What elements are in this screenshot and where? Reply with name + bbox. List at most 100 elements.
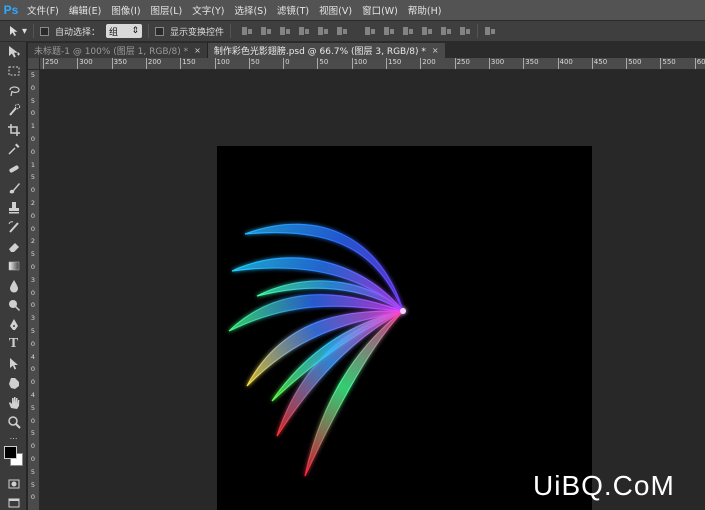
more-tools-icon[interactable]: ⋯ <box>0 432 27 444</box>
history-brush-tool-icon[interactable] <box>0 218 27 238</box>
align-vcenter-icon[interactable] <box>260 25 272 37</box>
menu-type[interactable]: 文字(Y) <box>187 3 229 17</box>
menu-image[interactable]: 图像(I) <box>106 3 145 17</box>
ruler-label: 50 <box>319 58 329 66</box>
document-tabs: 未标题-1 @ 100% (图层 1, RGB/8) * × 制作彩色光影翅膀.… <box>28 42 705 58</box>
ruler-label: 5 <box>30 173 36 182</box>
align-bottom-icon[interactable] <box>279 25 291 37</box>
type-tool-icon[interactable]: T <box>0 335 27 355</box>
ruler-label: 450 <box>593 58 608 66</box>
blur-tool-icon[interactable] <box>0 276 27 296</box>
align-top-icon[interactable] <box>241 25 253 37</box>
ruler-label: 0 <box>30 211 36 220</box>
transform-controls-label: 显示变换控件 <box>170 27 225 38</box>
watermark-text: UiBQ.CoM <box>533 470 675 501</box>
dodge-tool-icon[interactable] <box>0 296 27 316</box>
app-logo: Ps <box>3 3 19 17</box>
dropdown-arrow-icon: ⇕ <box>131 26 140 36</box>
distribute-right-icon[interactable] <box>459 25 471 37</box>
ruler-label: 400 <box>559 58 573 66</box>
transform-controls-checkbox[interactable] <box>155 26 165 36</box>
auto-select-dropdown[interactable]: 组 ⇕ <box>106 24 143 38</box>
ruler-label: 5 <box>30 429 36 438</box>
ruler-label: 5 <box>30 327 36 335</box>
ruler-label: 600 <box>696 58 705 66</box>
ruler-label: 100 <box>216 58 230 66</box>
ruler-label: 300 <box>79 58 93 66</box>
hand-tool-icon[interactable] <box>0 393 27 413</box>
eyedropper-tool-icon[interactable] <box>0 140 27 160</box>
ruler-label: 5 <box>30 467 36 476</box>
ruler-tick <box>43 58 44 69</box>
ruler-label: 3 <box>30 314 36 323</box>
menu-view[interactable]: 视图(V) <box>314 3 357 17</box>
menu-window[interactable]: 窗口(W) <box>357 3 403 17</box>
path-selection-tool-icon[interactable] <box>0 354 27 374</box>
ruler-tick <box>145 58 147 69</box>
gradient-tool-icon[interactable] <box>0 257 27 277</box>
ruler-label: 0 <box>30 493 36 502</box>
align-right-icon[interactable] <box>336 25 348 37</box>
quick-mask-icon[interactable] <box>0 474 27 494</box>
screen-mode-icon[interactable] <box>0 494 27 510</box>
pen-tool-icon[interactable] <box>0 315 27 335</box>
tab-close-icon[interactable]: × <box>194 46 201 55</box>
vertical-ruler[interactable]: 5 0 5 0 1 0 0 1 5 0 2 0 0 2 5 0 3 0 0 3 5 0 4 0 0 4 5 0 5 0 0 5 5 0 <box>28 70 40 510</box>
tab-wings-psd[interactable]: 制作彩色光影翅膀.psd @ 66.7% (图层 3, RGB/8) * × <box>207 43 445 58</box>
tab-label: 制作彩色光影翅膀.psd @ 66.7% (图层 3, RGB/8) * <box>213 47 426 57</box>
wing-core <box>400 308 406 314</box>
healing-brush-tool-icon[interactable] <box>0 159 27 179</box>
ruler-label: 250 <box>456 58 470 66</box>
ruler-tick <box>317 58 319 69</box>
shape-tool-icon[interactable] <box>0 374 27 394</box>
tool-preset-picker[interactable]: ▾ <box>8 25 27 37</box>
ruler-origin[interactable] <box>28 58 40 70</box>
tab-close-icon[interactable]: × <box>432 46 439 55</box>
distribute-vcenter-icon[interactable] <box>383 25 395 37</box>
tab-label: 未标题-1 @ 100% (图层 1, RGB/8) * <box>34 47 189 57</box>
distribute-top-icon[interactable] <box>364 25 376 37</box>
auto-select-checkbox[interactable] <box>40 26 50 36</box>
distribute-bottom-icon[interactable] <box>402 25 414 37</box>
ruler-label: 1 <box>30 160 36 169</box>
ruler-label: 0 <box>30 442 36 451</box>
rainbow-wing-artwork <box>228 223 406 477</box>
menu-edit[interactable]: 编辑(E) <box>64 3 106 17</box>
clone-stamp-tool-icon[interactable] <box>0 198 27 218</box>
document-canvas[interactable] <box>217 146 592 510</box>
align-left-icon[interactable] <box>298 25 310 37</box>
tab-untitled-1[interactable]: 未标题-1 @ 100% (图层 1, RGB/8) * × <box>28 43 208 58</box>
brush-tool-icon[interactable] <box>0 179 27 199</box>
move-arrow-icon <box>10 26 18 36</box>
foreground-color-swatch[interactable] <box>4 446 17 459</box>
distribute-buttons <box>364 25 471 37</box>
menu-filter[interactable]: 滤镜(T) <box>272 3 314 17</box>
distribute-hcenter-icon[interactable] <box>440 25 452 37</box>
crop-tool-icon[interactable] <box>0 120 27 140</box>
ruler-label: 200 <box>422 58 436 66</box>
align-hcenter-icon[interactable] <box>317 25 329 37</box>
move-tool-icon[interactable] <box>0 42 27 62</box>
ruler-label: 0 <box>30 83 36 92</box>
canvas-workspace[interactable] <box>40 70 705 510</box>
ruler-tick <box>77 58 79 69</box>
ruler-tick <box>694 58 696 69</box>
ruler-label: 100 <box>353 58 368 66</box>
marquee-tool-icon[interactable] <box>0 62 27 82</box>
menu-help[interactable]: 帮助(H) <box>403 3 447 17</box>
menu-layer[interactable]: 图层(L) <box>146 3 188 17</box>
quick-select-tool-icon[interactable] <box>0 101 27 121</box>
ruler-label: 0 <box>30 455 36 463</box>
eraser-tool-icon[interactable] <box>0 237 27 257</box>
menu-select[interactable]: 选择(S) <box>229 3 271 17</box>
ruler-tick <box>351 58 353 69</box>
align-buttons <box>241 25 348 37</box>
ruler-label: 0 <box>30 147 36 156</box>
auto-align-icon[interactable] <box>484 25 496 37</box>
distribute-left-icon[interactable] <box>421 25 433 37</box>
ruler-tick <box>626 58 628 69</box>
zoom-tool-icon[interactable] <box>0 413 27 433</box>
lasso-tool-icon[interactable] <box>0 81 27 101</box>
menu-file[interactable]: 文件(F) <box>22 3 64 17</box>
horizontal-ruler[interactable]: 250 300 350 200 150 100 50 0 50 100 150 200 250 300 35… <box>40 58 705 70</box>
